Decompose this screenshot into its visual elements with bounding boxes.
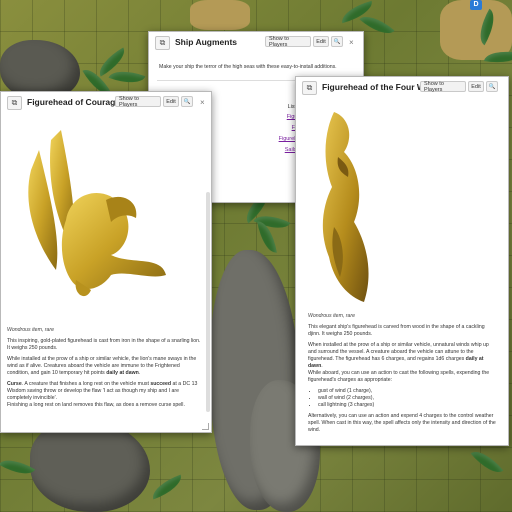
- search-icon[interactable]: 🔍: [331, 36, 343, 47]
- resize-handle[interactable]: [202, 423, 209, 430]
- winds-p4: Alternatively, you can use an action and…: [308, 413, 496, 434]
- show-to-players-button[interactable]: Show to Players: [115, 96, 161, 108]
- djinn-figurehead-image: [322, 112, 369, 302]
- courage-curse: Curse. A creature that finishes a long r…: [7, 381, 198, 402]
- popout-icon[interactable]: ⧉: [7, 96, 22, 110]
- popout-icon[interactable]: ⧉: [155, 36, 170, 50]
- courage-titlebar[interactable]: ⧉ Figurehead of Courage Show to Players …: [1, 92, 211, 114]
- map-leaf: [359, 8, 395, 42]
- map-leaf: [470, 444, 504, 480]
- spell-list: gust of wind (1 charge), wall of wind (2…: [308, 388, 498, 409]
- four-winds-titlebar[interactable]: ⧉ Figurehead of the Four Winds Show to P…: [296, 77, 508, 99]
- edit-button[interactable]: Edit: [313, 36, 329, 47]
- ship-augments-titlebar[interactable]: ⧉ Ship Augments Show to Players Edit 🔍 ×: [149, 32, 363, 54]
- show-to-players-button[interactable]: Show to Players: [420, 81, 466, 93]
- map-rock: [30, 420, 150, 512]
- spell-item: wall of wind (2 charges),: [318, 395, 498, 402]
- spell-item: gust of wind (1 charge),: [318, 388, 498, 395]
- search-icon[interactable]: 🔍: [181, 96, 193, 107]
- search-icon[interactable]: 🔍: [486, 81, 498, 92]
- courage-description: Wondrous item, rare This inspiring, gold…: [7, 327, 201, 413]
- map-leaf: [108, 64, 146, 90]
- four-winds-description: Wondrous item, rare This elegant ship's …: [308, 313, 498, 438]
- courage-p1: This inspiring, gold-plated figurehead i…: [7, 338, 201, 352]
- show-to-players-button[interactable]: Show to Players: [265, 36, 311, 48]
- edit-button[interactable]: Edit: [468, 81, 484, 92]
- scrollbar[interactable]: [206, 192, 210, 412]
- window-title: Figurehead of Courage: [27, 97, 121, 107]
- item-rarity: Wondrous item, rare: [7, 327, 54, 333]
- courage-window[interactable]: ⧉ Figurehead of Courage Show to Players …: [0, 91, 212, 433]
- winds-p2: When installed at the prow of a ship or …: [308, 342, 489, 370]
- winds-p3: While aboard, you can use an action to c…: [308, 370, 490, 384]
- four-winds-window[interactable]: ⧉ Figurehead of the Four Winds Show to P…: [295, 76, 509, 446]
- courage-p2: While installed at the prow of a ship or…: [7, 356, 197, 377]
- popout-icon[interactable]: ⧉: [302, 81, 317, 95]
- ship-augments-intro: Make your ship the terror of the high se…: [159, 64, 337, 70]
- item-rarity: Wondrous item, rare: [308, 313, 355, 319]
- courage-p4: Finishing a long rest on land removes th…: [7, 402, 185, 409]
- close-icon[interactable]: ×: [200, 98, 205, 107]
- spell-item: call lightning (3 charges): [318, 402, 498, 409]
- map-sand: [190, 0, 250, 30]
- window-title: Ship Augments: [175, 37, 238, 47]
- token-badge[interactable]: D: [470, 0, 482, 10]
- close-icon[interactable]: ×: [349, 38, 354, 47]
- lion-figurehead-image: [28, 130, 166, 297]
- edit-button[interactable]: Edit: [163, 96, 179, 107]
- map-leaf: [148, 474, 186, 500]
- winds-p1: This elegant ship's figurehead is carved…: [308, 324, 485, 338]
